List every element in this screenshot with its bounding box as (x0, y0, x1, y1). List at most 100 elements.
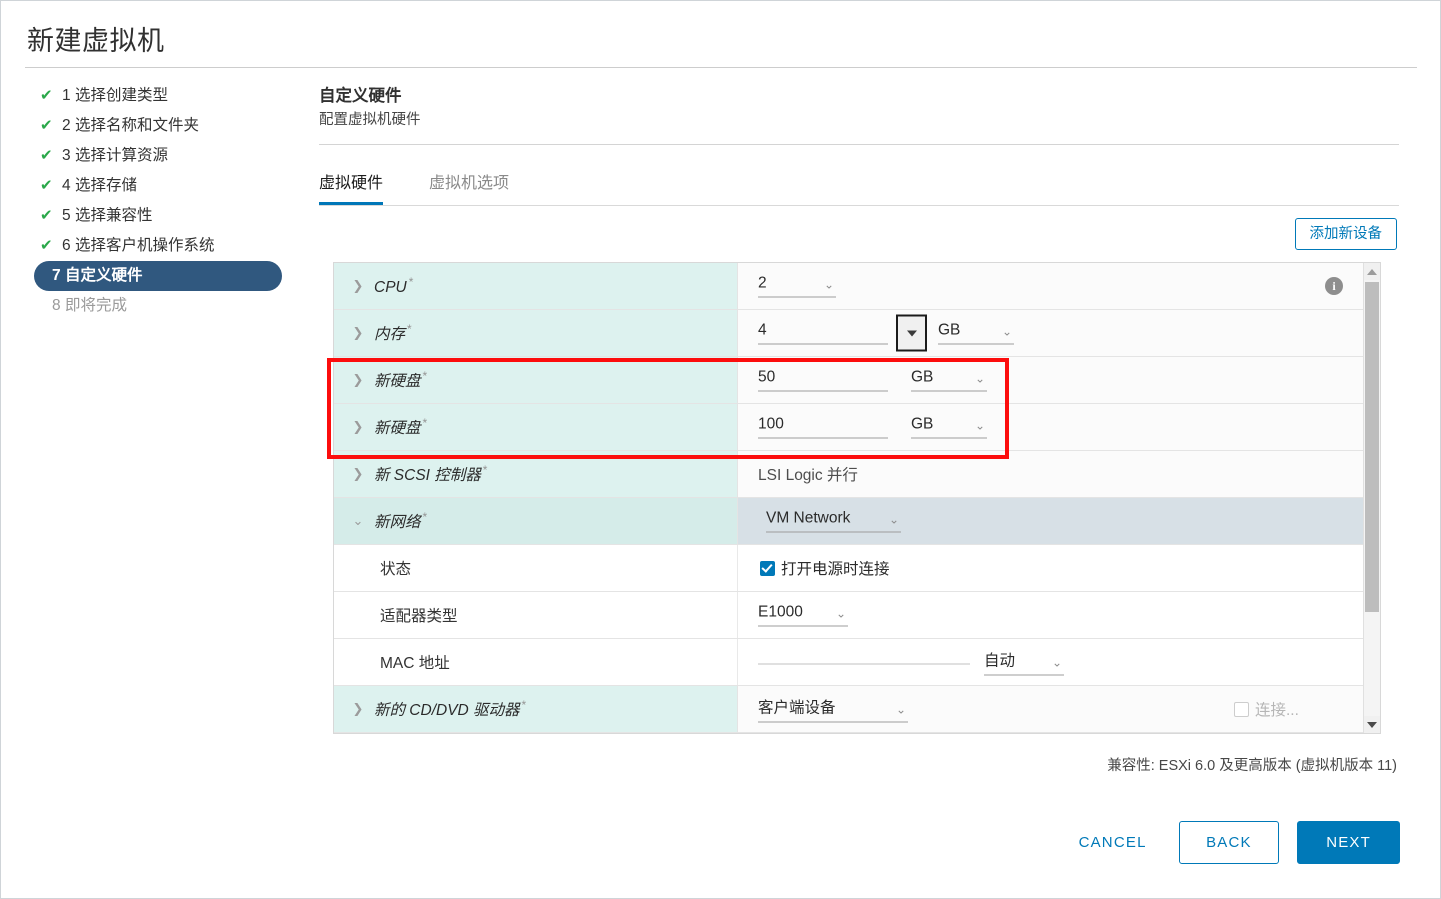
table-row-memory[interactable]: ❯ 内存 * 4 GB ⌄ (334, 310, 1365, 357)
chevron-right-icon[interactable]: ❯ (352, 372, 364, 388)
row-value-cell: 100 GB ⌄ (738, 404, 1365, 450)
scroll-down-button[interactable] (1364, 716, 1380, 733)
adapter-type-select[interactable]: E1000 ⌄ (758, 604, 848, 627)
disk2-size-input[interactable]: 100 (758, 416, 888, 439)
tab-vm-options[interactable]: 虚拟机选项 (429, 169, 509, 202)
mac-address-mode-value: 自动 (984, 652, 1016, 670)
field-label: MAC 地址 (380, 655, 450, 672)
checkbox-icon (760, 561, 775, 576)
sidebar-item-step-1[interactable]: ✔ 1 选择创建类型 (34, 81, 300, 111)
row-label-cell: ⌄ 新网络 * (334, 498, 738, 544)
table-row-mac-address[interactable]: MAC 地址 自动 ⌄ (334, 639, 1365, 686)
chevron-down-icon: ⌄ (974, 418, 985, 433)
step-number: 6 (62, 237, 71, 254)
chevron-down-icon: ⌄ (888, 512, 899, 527)
tab-virtual-hardware[interactable]: 虚拟硬件 (319, 169, 384, 205)
dialog-button-bar: CANCEL BACK NEXT (1065, 821, 1400, 867)
pane-header: 自定义硬件 配置虚拟机硬件 (319, 85, 1399, 131)
sidebar-item-step-2[interactable]: ✔ 2 选择名称和文件夹 (34, 111, 300, 141)
compatibility-text: 兼容性: ESXi 6.0 及更高版本 (虚拟机版本 11) (1107, 758, 1397, 774)
vertical-scrollbar[interactable] (1363, 263, 1380, 733)
cd-dvd-source-select[interactable]: 客户端设备 ⌄ (758, 696, 908, 723)
check-icon: ✔ (40, 147, 53, 164)
disk1-size-input[interactable]: 50 (758, 369, 888, 392)
step-number: 2 (62, 117, 71, 134)
table-row-new-hard-disk-1[interactable]: ❯ 新硬盘 * 50 GB ⌄ (334, 357, 1365, 404)
chevron-right-icon[interactable]: ❯ (352, 466, 364, 482)
step-label: 选择兼容性 (74, 207, 153, 224)
memory-size-input[interactable]: 4 (758, 322, 888, 345)
table-row-new-cd-dvd-drive[interactable]: ❯ 新的 CD/DVD 驱动器 * 客户端设备 ⌄ 连接... (334, 686, 1365, 733)
row-label-cell: ❯ 新硬盘 * (334, 404, 738, 450)
table-row-adapter-type[interactable]: 适配器类型 E1000 ⌄ (334, 592, 1365, 639)
check-icon: ✔ (40, 87, 53, 104)
row-label-cell: ❯ CPU * (334, 263, 738, 309)
page-title: 新建虚拟机 (27, 26, 165, 56)
pane-divider (319, 144, 1399, 145)
device-name: 新 SCSI 控制器 * (374, 462, 488, 485)
network-select[interactable]: VM Network ⌄ (766, 510, 901, 533)
chevron-down-icon: ⌄ (835, 606, 846, 621)
row-value-cell: 打开电源时连接 (738, 545, 1365, 591)
step-label: 选择存储 (74, 177, 137, 194)
back-button[interactable]: BACK (1179, 821, 1279, 864)
info-icon[interactable]: i (1325, 277, 1343, 295)
disk2-unit-select[interactable]: GB ⌄ (911, 416, 987, 439)
chevron-right-icon[interactable]: ❯ (352, 325, 364, 341)
table-row-new-hard-disk-2[interactable]: ❯ 新硬盘 * 100 GB ⌄ (334, 404, 1365, 451)
device-name: 新网络 * (374, 509, 428, 532)
step-label: 自定义硬件 (64, 267, 143, 284)
chevron-down-icon: ⌄ (974, 371, 985, 386)
step-number: 4 (62, 177, 71, 194)
disk1-unit-select[interactable]: GB ⌄ (911, 369, 987, 392)
row-label-cell: ❯ 内存 * (334, 310, 738, 356)
memory-unit-select[interactable]: GB ⌄ (938, 322, 1014, 345)
table-row-cpu[interactable]: ❯ CPU * 2 ⌄ i (334, 263, 1365, 310)
table-row-status[interactable]: 状态 打开电源时连接 (334, 545, 1365, 592)
device-name: 内存 * (374, 321, 412, 344)
row-label-cell: ❯ 新硬盘 * (334, 357, 738, 403)
chevron-right-icon[interactable]: ❯ (352, 419, 364, 435)
wizard-step-list: ✔ 1 选择创建类型 ✔ 2 选择名称和文件夹 ✔ 3 选择计算资源 ✔ 4 选… (34, 81, 300, 321)
step-label: 选择创建类型 (74, 87, 168, 104)
next-button[interactable]: NEXT (1297, 821, 1400, 864)
pane-subtitle: 配置虚拟机硬件 (319, 112, 421, 128)
mac-address-input[interactable] (758, 660, 970, 665)
sidebar-item-step-4[interactable]: ✔ 4 选择存储 (34, 171, 300, 201)
row-value-cell: 50 GB ⌄ (738, 357, 1365, 403)
sidebar-item-step-3[interactable]: ✔ 3 选择计算资源 (34, 141, 300, 171)
step-number: 8 (52, 297, 61, 314)
cpu-count-select[interactable]: 2 ⌄ (758, 275, 836, 298)
sidebar-item-step-6[interactable]: ✔ 6 选择客户机操作系统 (34, 231, 300, 261)
memory-stepper-down-button[interactable] (896, 314, 927, 352)
row-label-cell: MAC 地址 (334, 639, 738, 685)
sidebar-item-step-7[interactable]: 7 自定义硬件 (34, 261, 282, 291)
device-name: 新硬盘 * (374, 415, 428, 438)
row-value-cell: 客户端设备 ⌄ 连接... (738, 686, 1365, 732)
table-row-new-network[interactable]: ⌄ 新网络 * VM Network ⌄ (334, 498, 1365, 545)
field-label: 适配器类型 (380, 608, 458, 625)
cd-dvd-source-value: 客户端设备 (758, 699, 836, 717)
row-label-cell: 状态 (334, 545, 738, 591)
step-label: 选择计算资源 (74, 147, 168, 164)
scrollbar-thumb[interactable] (1365, 282, 1379, 612)
chevron-down-icon[interactable]: ⌄ (352, 513, 364, 529)
field-label: 状态 (380, 561, 412, 578)
chevron-right-icon[interactable]: ❯ (352, 278, 364, 294)
cancel-button[interactable]: CANCEL (1065, 822, 1161, 863)
sidebar-item-step-8[interactable]: 8 即将完成 (34, 291, 300, 321)
add-new-device-button[interactable]: 添加新设备 (1294, 218, 1397, 250)
hardware-device-table: ❯ CPU * 2 ⌄ i ❯ 内存 * 4 GB ⌄ ❯ 新硬盘 * 50 G… (333, 262, 1381, 734)
device-name: 新硬盘 * (374, 368, 428, 391)
step-number: 1 (62, 87, 71, 104)
mac-address-mode-select[interactable]: 自动 ⌄ (984, 649, 1064, 676)
check-icon: ✔ (40, 177, 53, 194)
chevron-down-icon: ⌄ (823, 277, 834, 292)
memory-unit-value: GB (938, 321, 961, 339)
chevron-right-icon[interactable]: ❯ (352, 701, 364, 717)
row-value-cell: VM Network ⌄ (738, 498, 1365, 544)
table-row-new-scsi-controller[interactable]: ❯ 新 SCSI 控制器 * LSI Logic 并行 (334, 451, 1365, 498)
connect-at-power-on-checkbox[interactable]: 打开电源时连接 (760, 557, 890, 579)
sidebar-item-step-5[interactable]: ✔ 5 选择兼容性 (34, 201, 300, 231)
scroll-up-button[interactable] (1364, 263, 1380, 280)
